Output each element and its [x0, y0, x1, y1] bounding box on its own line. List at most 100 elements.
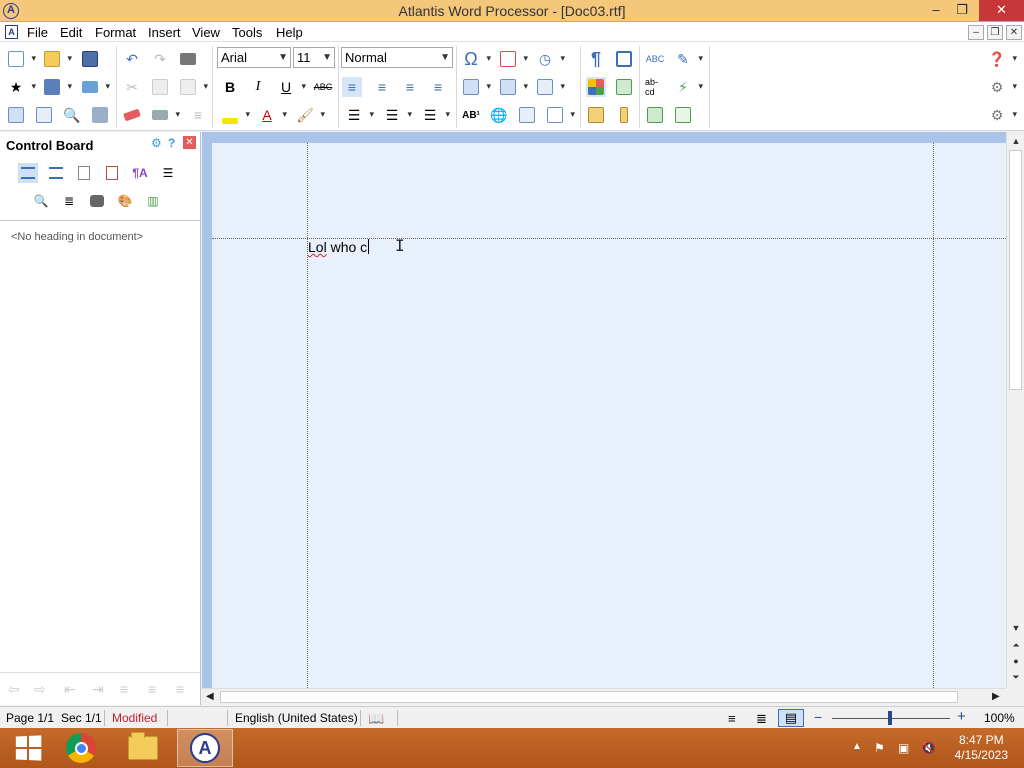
align-center-icon[interactable]: ≡ — [372, 77, 392, 97]
list-icon[interactable]: ☰ — [158, 163, 178, 183]
bullet-list-icon[interactable]: ☰ — [344, 105, 374, 125]
restore-button[interactable]: ❐ — [948, 0, 976, 21]
horizontal-scroll-thumb[interactable] — [220, 691, 958, 703]
network-icon[interactable]: ▣ — [898, 741, 909, 755]
forward-arrow-icon[interactable]: ⇨ — [34, 681, 46, 698]
horizontal-scrollbar[interactable]: ◀ ▶ — [202, 688, 1006, 705]
settings-list-icon[interactable]: ≡ — [176, 681, 184, 697]
document-page[interactable]: Lol who c I — [212, 143, 1006, 688]
superscript-icon[interactable]: AB¹ — [461, 105, 481, 125]
page-view-icon[interactable]: ▤ — [778, 709, 804, 727]
menu-insert[interactable]: Insert — [148, 25, 181, 40]
spell-check-icon[interactable]: ABC — [645, 49, 665, 69]
justify-icon[interactable]: ≡ — [428, 77, 448, 97]
italic-icon[interactable]: I — [248, 77, 268, 97]
document-text[interactable]: Lol who c — [308, 239, 370, 255]
binoculars-icon[interactable] — [87, 191, 107, 211]
system-clock[interactable]: 8:47 PM 4/15/2023 — [955, 733, 1008, 763]
bold-icon[interactable]: B — [220, 77, 240, 97]
menu-format[interactable]: Format — [95, 25, 136, 40]
help-icon[interactable]: ❓ — [987, 49, 1017, 69]
outline-view-icon[interactable] — [18, 163, 38, 183]
select-all-icon[interactable] — [150, 105, 180, 125]
promote-icon[interactable]: ⇤ — [64, 681, 76, 698]
color-scheme-icon[interactable] — [586, 77, 606, 97]
next-page-icon[interactable]: ⏷ — [1008, 669, 1024, 685]
vertical-scroll-thumb[interactable] — [1009, 150, 1022, 390]
vertical-ruler-icon[interactable] — [614, 105, 634, 125]
lines-icon[interactable]: ≣ — [59, 191, 79, 211]
browse-object-icon[interactable]: ● — [1008, 653, 1024, 669]
fullscreen-icon[interactable] — [614, 49, 634, 69]
document-icon[interactable]: A — [5, 25, 18, 39]
scroll-up-icon[interactable]: ▲ — [1008, 133, 1024, 149]
volume-muted-icon[interactable]: 🔇 — [921, 741, 936, 755]
scroll-left-icon[interactable]: ◀ — [206, 691, 214, 702]
book-icon[interactable]: 📖 — [368, 711, 384, 727]
font-color-icon[interactable]: A — [257, 105, 287, 125]
previous-page-icon[interactable]: ⏶ — [1008, 637, 1024, 653]
comments-icon[interactable] — [74, 163, 94, 183]
scroll-right-icon[interactable]: ▶ — [992, 691, 1000, 702]
back-arrow-icon[interactable]: ⇦ — [8, 681, 20, 698]
menu-view[interactable]: View — [192, 25, 220, 40]
redo-icon[interactable]: ↷ — [150, 49, 170, 69]
menu-edit[interactable]: Edit — [60, 25, 82, 40]
menu-tools[interactable]: Tools — [232, 25, 262, 40]
taskbar-file-explorer[interactable] — [115, 729, 171, 767]
binoculars-icon[interactable] — [178, 49, 198, 69]
show-formatting-icon[interactable]: ¶ — [586, 49, 606, 69]
find-icon[interactable]: 🔍 — [62, 105, 82, 125]
section-indicator[interactable]: Sec 1/1 — [61, 711, 102, 725]
insert-file-icon[interactable] — [461, 77, 491, 97]
favorites-star-icon[interactable]: ★ — [6, 77, 36, 97]
ruler-icon[interactable] — [586, 105, 606, 125]
collapse-icon[interactable]: ≡ — [120, 681, 128, 697]
gear-icon[interactable]: ⚙ — [151, 136, 162, 150]
date-icon[interactable] — [498, 49, 528, 69]
menu-help[interactable]: Help — [276, 25, 303, 40]
action-center-flag-icon[interactable]: ⚑ — [874, 741, 885, 755]
close-button[interactable]: ✕ — [979, 0, 1024, 21]
format-painter-icon[interactable]: 🖌 — [295, 105, 325, 125]
expand-icon[interactable]: ≡ — [148, 681, 156, 697]
paste-icon[interactable] — [178, 77, 208, 97]
font-size-select[interactable]: 11 ▼ — [293, 47, 335, 68]
cut-icon[interactable]: ✂ — [122, 77, 142, 97]
doc-minimize-button[interactable]: – — [968, 25, 984, 40]
vertical-scrollbar[interactable]: ▲ ▼ ⏶ ● ⏷ — [1006, 132, 1024, 688]
copy-icon[interactable] — [150, 77, 170, 97]
eraser-icon[interactable] — [122, 105, 142, 125]
save-icon[interactable] — [80, 49, 100, 69]
settings-gear-icon[interactable]: ⚙ — [987, 105, 1017, 125]
word-count-icon[interactable] — [673, 105, 693, 125]
style-select[interactable]: Normal ▼ — [341, 47, 453, 68]
taskbar-atlantis[interactable]: A — [177, 729, 233, 767]
numbered-list-icon[interactable]: ☰ — [382, 105, 412, 125]
align-right-icon[interactable]: ≡ — [400, 77, 420, 97]
strikethrough-icon[interactable]: ABC — [313, 77, 333, 97]
taskbar-chrome[interactable] — [53, 729, 109, 767]
underline-icon[interactable]: U — [276, 77, 306, 97]
menu-file[interactable]: File — [27, 25, 48, 40]
insert-frame-icon[interactable] — [517, 105, 537, 125]
email-icon[interactable] — [80, 77, 110, 97]
undo-icon[interactable]: ↶ — [122, 49, 142, 69]
page-indicator[interactable]: Page 1/1 — [6, 711, 54, 725]
font-name-select[interactable]: Arial ▼ — [217, 47, 291, 68]
demote-icon[interactable]: ⇥ — [92, 681, 104, 698]
normal-view-icon[interactable]: ≡ — [728, 711, 736, 726]
open-folder-icon[interactable] — [42, 49, 72, 69]
clock-icon[interactable]: ◷ — [535, 49, 565, 69]
help-icon[interactable]: ? — [168, 136, 175, 150]
align-left-icon[interactable]: ≡ — [342, 77, 362, 97]
new-document-icon[interactable] — [6, 49, 36, 69]
columns-icon[interactable]: ▥ — [143, 191, 163, 211]
start-button[interactable] — [0, 729, 56, 767]
close-icon[interactable]: ✕ — [183, 136, 196, 149]
minimize-button[interactable]: – — [922, 0, 950, 21]
zoom-out-button[interactable]: − — [814, 709, 822, 725]
print-preview-icon[interactable] — [6, 105, 26, 125]
autocorrect-lightning-icon[interactable]: ⚡ — [673, 77, 703, 97]
find-icon[interactable]: 🔍 — [31, 191, 51, 211]
